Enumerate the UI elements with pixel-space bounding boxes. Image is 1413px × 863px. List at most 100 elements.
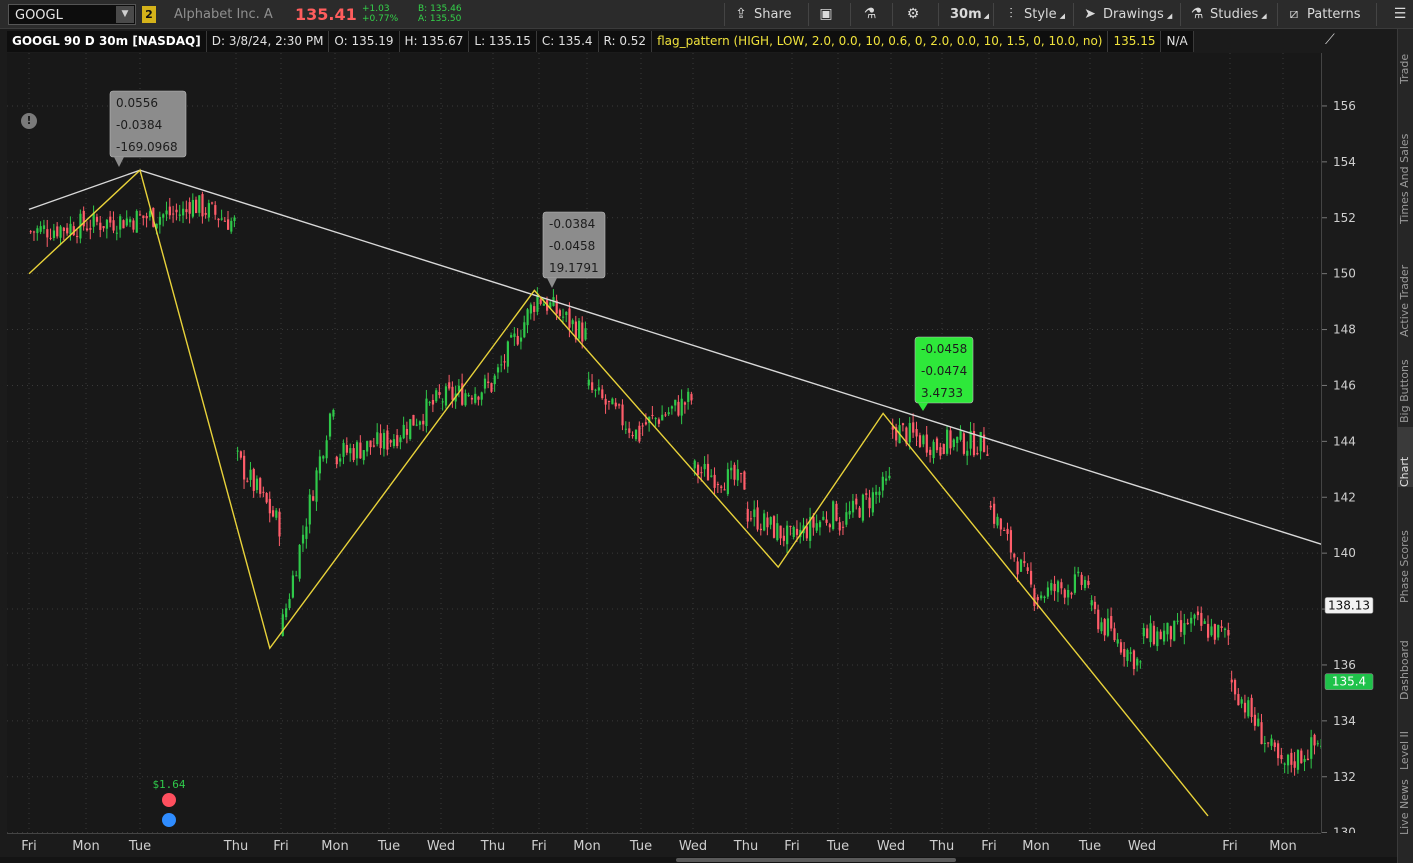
bar-close: C: 135.4 <box>536 31 599 52</box>
scrollbar-thumb[interactable] <box>676 858 956 862</box>
side-tab-phase-scores[interactable]: Phase Scores <box>1398 491 1413 603</box>
candle-body <box>597 387 601 391</box>
side-tab-times-and-sales[interactable]: Times And Sales <box>1398 89 1413 224</box>
side-tab-level-ii[interactable]: Level II <box>1398 705 1413 770</box>
candle-body <box>328 413 332 437</box>
bar-date: D: 3/8/24, 2:30 PM <box>206 31 330 52</box>
time-axis[interactable]: Fri Mon Tue Thu Fri Mon Tue Wed Thu Fri Mon Tue Wed T… <box>7 833 1321 857</box>
candle-body <box>1097 609 1100 630</box>
side-tab-big-buttons[interactable]: Big Buttons <box>1398 341 1413 423</box>
candle-body <box>680 398 683 416</box>
candle-body <box>288 598 291 609</box>
candle-body <box>871 492 874 513</box>
candle-body <box>1006 528 1009 534</box>
candle-body <box>743 471 746 490</box>
side-tab-label: Level II <box>1398 730 1411 770</box>
candle-body <box>1149 623 1152 643</box>
candle-body <box>1116 639 1119 644</box>
side-tab-live-news[interactable]: Live News <box>1398 775 1413 835</box>
candle-body <box>726 469 729 495</box>
candle-body <box>733 464 736 480</box>
candle-body <box>601 389 604 399</box>
candle-body <box>1003 530 1006 532</box>
candle-body <box>1260 722 1263 745</box>
settings-button[interactable]: ⚙ <box>905 5 926 24</box>
patterns-button[interactable]: ⧄ Patterns <box>1286 5 1361 24</box>
side-tab-trade[interactable]: Trade <box>1398 29 1413 84</box>
chart-scrollbar[interactable] <box>0 857 1397 863</box>
candle-body <box>621 404 624 426</box>
bubble-value: -0.0458 <box>921 342 967 356</box>
side-tab-label: Dashboard <box>1398 640 1411 700</box>
studies-lab-button[interactable]: ⚗ <box>862 5 883 24</box>
side-tab-chart[interactable]: Chart <box>1398 427 1413 487</box>
candle-body <box>291 575 295 598</box>
candle-body <box>1203 621 1206 624</box>
candle-body <box>925 434 928 453</box>
symbol-dropdown-icon[interactable]: ▼ <box>116 6 134 23</box>
candle-body <box>510 335 513 338</box>
candle-body <box>204 212 207 215</box>
dividend-label: $1.64 <box>152 778 185 791</box>
candle-body <box>736 469 739 481</box>
candle-body <box>59 226 62 238</box>
candle-body <box>236 450 239 452</box>
draw-line-icon[interactable]: ⟋ <box>1325 32 1347 50</box>
link-group-badge[interactable]: 2 <box>142 6 156 23</box>
price-axis[interactable]: 1301321341361381401421441461481501521541… <box>1321 53 1396 840</box>
time-tick-label: Wed <box>1128 839 1156 854</box>
time-tick-label: Fri <box>784 839 800 854</box>
candle-body <box>259 478 262 494</box>
candle-body <box>812 516 815 528</box>
price-chart[interactable]: 0.0556 -0.0384 -169.0968 -0.0384 -0.0458 19.1… <box>7 53 1321 833</box>
candle-body <box>1176 620 1179 622</box>
candle-body <box>1026 567 1029 571</box>
candle-body <box>782 535 785 541</box>
time-tick-label: Tue <box>1078 839 1101 854</box>
candle-body <box>95 216 99 222</box>
price-tick-label: 142 <box>1333 490 1356 504</box>
studies-button[interactable]: ⚗ Studies ◢ <box>1189 5 1267 24</box>
candle-body <box>1193 614 1196 619</box>
candle-body <box>581 322 584 342</box>
candle-body <box>214 205 217 215</box>
style-button[interactable]: ⫶ Style ◢ <box>1003 5 1065 24</box>
candle-body <box>614 402 617 407</box>
candle-body <box>1263 742 1266 744</box>
side-tab-active-trader[interactable]: Active Trader <box>1398 227 1413 337</box>
candle-body <box>1173 620 1176 641</box>
candle-body <box>1070 592 1073 595</box>
alert-marker-icon[interactable] <box>162 793 176 807</box>
menu-button[interactable]: ☰ <box>1392 5 1410 24</box>
candle-body <box>255 478 259 490</box>
chart-snapshot-button[interactable]: ▣ <box>818 5 839 24</box>
candle-body <box>1023 561 1026 564</box>
candle-body <box>493 375 496 385</box>
time-tick-label: Tue <box>377 839 400 854</box>
current-price-tag: 135.4 <box>1332 675 1366 689</box>
bubble-value: 3.4733 <box>921 386 963 400</box>
candle-body <box>265 493 268 503</box>
candle-body <box>102 226 105 229</box>
chart-info-icon[interactable]: ! <box>21 113 37 129</box>
candle-body <box>611 398 614 405</box>
time-tick-label: Mon <box>573 839 600 854</box>
symbol-input[interactable] <box>15 7 115 23</box>
candle-body <box>1290 752 1293 765</box>
timeframe-button[interactable]: 30m ◢ <box>950 5 989 24</box>
drawings-button[interactable]: ➤ Drawings ◢ <box>1082 5 1172 24</box>
side-tab-dashboard[interactable]: Dashboard <box>1398 607 1413 700</box>
earnings-marker-icon[interactable] <box>162 813 176 827</box>
candle-body <box>696 464 700 475</box>
price-tick-label: 134 <box>1333 714 1356 728</box>
chart-canvas[interactable]: 0.0556 -0.0384 -169.0968 -0.0384 -0.0458 19.1… <box>7 53 1321 833</box>
candle-body <box>1043 596 1046 599</box>
cursor-arrow-icon: ➤ <box>1084 6 1096 22</box>
study-label[interactable]: flag_pattern (HIGH, LOW, 2.0, 0.0, 10, 0… <box>652 31 1109 52</box>
timeframe-label: 30m <box>950 7 982 22</box>
candle-body <box>565 312 568 316</box>
symbol-selector[interactable]: ▼ <box>8 4 136 25</box>
share-button[interactable]: ⇪ Share <box>733 5 791 24</box>
candle-body <box>536 294 539 312</box>
candle-body <box>483 378 487 389</box>
